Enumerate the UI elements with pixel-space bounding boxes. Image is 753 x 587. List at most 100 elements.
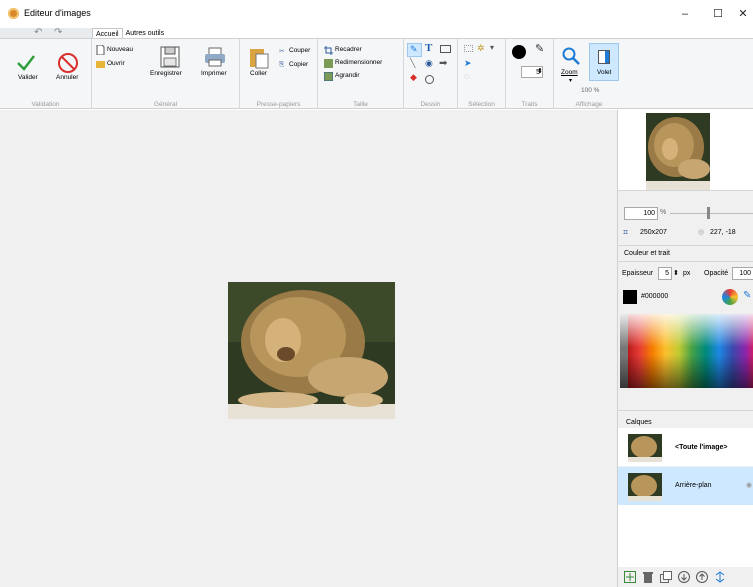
group-label-validation: Validation [31,101,60,108]
group-label-selection: Sélection [468,101,495,108]
preview-thumbnail[interactable] [646,113,710,190]
valider-button[interactable]: Valider [18,74,38,81]
open-folder-icon [96,61,105,68]
couper-button[interactable]: Couper [289,47,310,54]
paste-icon[interactable] [249,46,269,69]
group-clipboard: Coller ✂ Couper ⎘ Copier Presse-papiers [240,39,318,109]
layers-title: Calques [626,419,652,426]
group-size: Recadrer Redimensionner Agrandir Taille [318,39,404,109]
group-label-general: Général [153,101,178,108]
ribbon: Valider Annuler Validation Nouveau Ouvri… [0,38,753,109]
resize-icon [324,59,333,68]
zoom-input[interactable]: 100 [624,207,658,220]
visibility-icon[interactable]: ◉ [746,481,752,489]
enregistrer-button[interactable]: Enregistrer [150,70,182,77]
undo-icon[interactable]: ↶ [34,27,42,38]
duplicate-layer-icon[interactable] [660,571,672,583]
group-label-display: Affichage [575,101,603,108]
enlarge-icon [324,72,333,81]
divider [618,261,753,262]
zoom-button[interactable]: Zoom [561,69,578,76]
layer-name: Arrière-plan [675,482,712,489]
cancel-icon[interactable] [57,52,79,74]
minimize-button[interactable]: – [670,0,700,28]
thickness-unit: px [683,270,691,277]
check-icon[interactable] [16,54,36,72]
group-validation: Valider Annuler Validation [0,39,92,109]
color-picker-icon[interactable]: ✎ [743,290,751,301]
agrandir-button[interactable]: Agrandir [335,72,360,79]
thickness-spin-icon[interactable]: ⬍ [673,269,679,277]
group-general: Nouveau Ouvrir Enregistrer Imprimer Géné… [92,39,240,109]
color-section-title: Couleur et trait [624,250,670,257]
ouvrir-button[interactable]: Ouvrir [107,60,125,67]
eraser-icon[interactable]: ◆ [410,72,417,83]
save-icon[interactable] [159,46,181,68]
color-wheel-icon[interactable] [722,289,738,305]
zoom-level-text: 100 % [581,87,600,94]
stroke-spin-icon[interactable]: ⬍ [537,67,543,75]
coller-button[interactable]: Coller [250,70,267,77]
group-label-draw: Dessin [420,101,441,108]
layer-thumbnail [628,473,662,501]
zoom-dropdown-icon[interactable]: ▾ [569,77,572,84]
cursor-pos-icon: ◎ [698,229,705,236]
delete-layer-icon[interactable] [642,571,654,583]
rectangle-icon[interactable] [440,45,451,53]
layers-toolbar [624,571,726,583]
group-label-strokes: Traits [521,101,538,108]
move-up-icon[interactable] [696,571,708,583]
panel-toggle[interactable]: Volet [589,43,619,81]
arrow-icon[interactable]: ➡ [439,58,447,69]
zoom-unit: % [660,209,667,216]
brush-color-icon[interactable] [512,45,526,59]
thickness-input[interactable]: 5 [658,267,672,280]
layer-item[interactable]: <Toute l'image> [618,428,753,466]
add-layer-icon[interactable] [624,571,636,583]
recadrer-button[interactable]: Recadrer [335,46,362,53]
close-button[interactable]: ✕ [728,0,753,28]
nouveau-button[interactable]: Nouveau [107,46,133,53]
text-tool-icon[interactable]: T [425,42,432,54]
layer-item-selected[interactable]: Arrière-plan ◉ [618,467,753,505]
zoom-slider-thumb[interactable] [707,207,710,219]
redo-icon[interactable]: ↷ [54,27,62,38]
image-size-text: 250x207 [640,229,667,236]
crop-icon [324,46,333,55]
thickness-label: Epaisseur [622,270,654,277]
copier-button[interactable]: Copier [289,61,308,68]
image-canvas[interactable] [0,110,617,587]
eyedropper-icon[interactable]: ✎ [535,42,544,55]
move-down-icon[interactable] [678,571,690,583]
current-color-swatch[interactable] [623,290,637,304]
select-dropdown-icon[interactable]: ▾ [490,43,494,52]
color-hex-text: #000000 [641,293,669,300]
layer-thumbnail [628,434,662,462]
line-icon[interactable]: ╲ [410,58,415,69]
lion-thumbnail [646,113,710,190]
opacity-label: Opacité [704,270,729,277]
lasso-icon[interactable]: ◌ [464,71,469,81]
zoom-slider-track[interactable] [670,213,753,214]
divider [618,245,753,246]
pencil-icon[interactable]: ✎ [410,44,418,55]
volet-button: Volet [597,69,612,76]
layers-list-empty [618,505,753,567]
edited-image[interactable] [228,282,395,419]
merge-layer-icon[interactable] [714,571,726,583]
ellipse-icon[interactable] [425,75,434,84]
imprimer-button[interactable]: Imprimer [201,70,227,77]
opacity-input[interactable]: 100 [732,267,753,280]
print-icon[interactable] [204,47,226,67]
color-palette[interactable] [620,314,753,388]
magic-wand-icon[interactable]: ✲ [477,43,485,54]
rect-select-icon[interactable] [464,45,473,52]
fill-icon[interactable]: ◉ [425,58,433,69]
divider [618,410,753,411]
pointer-icon[interactable]: ➤ [464,58,472,69]
divider [618,190,753,191]
zoom-icon[interactable] [562,47,580,65]
group-label-clipboard: Presse-papiers [256,101,301,108]
annuler-button[interactable]: Annuler [56,74,78,81]
redimensionner-button[interactable]: Redimensionner [335,59,382,66]
